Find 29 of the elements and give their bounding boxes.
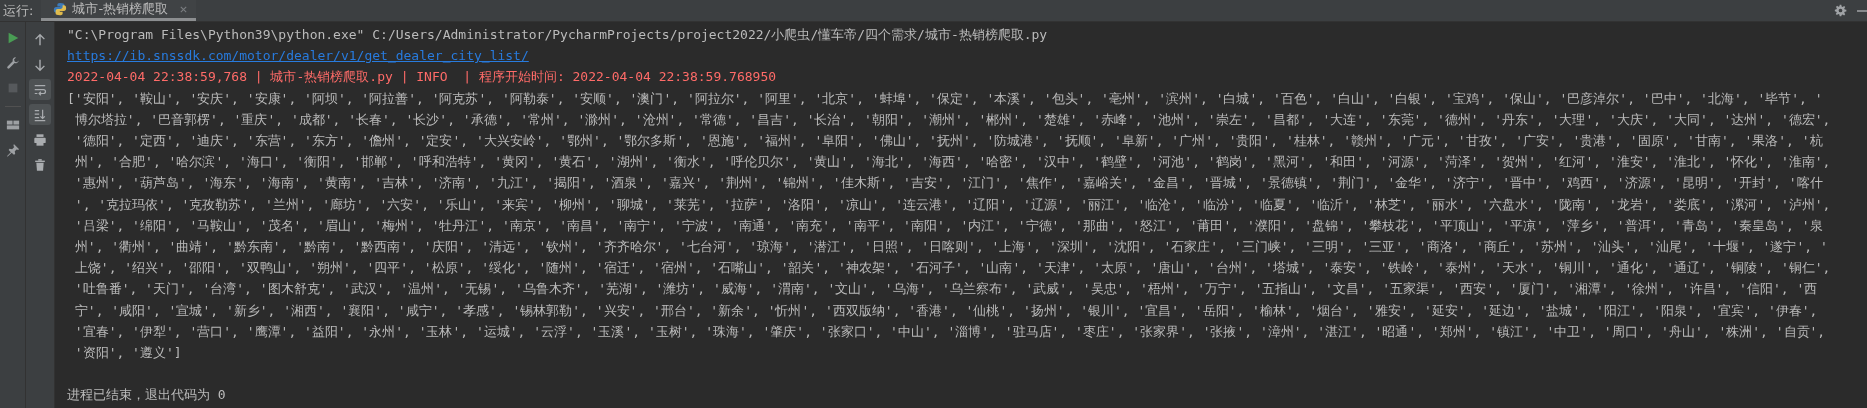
output-line: 上饶', '绍兴', '邵阳', '双鸭山', '朔州', '四平', '松原', '绥化', '随州', '宿迁', '宿州', '石嘴山', '韶关', '神农架', '石河子', '山南', '天津', '太原', '唐山', '台州', '塔城', '泰安', '铁岭', '泰州', '天水', '铜川', '通化', '通辽', '铜陵', '铜仁', [73, 259, 1831, 278]
settings-icon[interactable] [1834, 4, 1847, 17]
output-line: '德阳', '定西', '迪庆', '东营', '东方', '儋州', '定安', '大兴安岭', '鄂州', '鄂尔多斯', '恩施', '福州', '阜阳', '佛山', '抚州', '防城港', '抚顺', '阜新', '广州', '贵阳', '桂林', '赣州', '广元', '甘孜', '广安', '贵港', '固原', '甘南', '果洛', '杭 [73, 132, 1823, 150]
output-line: 宁', '咸阳', '宣城', '新乡', '湘西', '襄阳', '咸宁', '孝感', '锡林郭勒', '兴安', '邢台', '新余', '忻州', '西双版纳', '香港', '仙桃', '扬州', '银川', '宜昌', '岳阳', '榆林', '烟台', '雅安', '延安', '延边', '盐城', '阳江', '阳泉', '宜宾', '伊春', [73, 301, 1818, 320]
output-line: '惠州', '葫芦岛', '海东', '海南', '黄南', '吉林', '济南', '九江', '揭阳', '酒泉', '嘉兴', '荆州', '锦州', '佳木斯', '吉安', '江门', '焦作', '嘉峪关', '金昌', '晋城', '景德镇', '荆门', '金华', '济宁', '晋中', '鸡西', '济源', '昆明', '开封', '喀什 [73, 174, 1823, 193]
layout-icon[interactable] [5, 118, 20, 132]
output-line: 博尔塔拉', '巴音郭楞', '重庆', '成都', '长春', '长沙', '承德', '常州', '滁州', '沧州', '常德', '昌吉', '长治', '朝阳', '潮州', '郴州', '楚雄', '赤峰', '池州', '崇左', '昌都', '大连', '东莞', '德州', '丹东', '大理', '大庆', '大同', '达州', '德宏', [73, 110, 1831, 129]
soft-wrap-button[interactable] [29, 79, 51, 100]
exit-message: 进程已结束，退出代码为 0 [67, 386, 226, 405]
pin-icon[interactable] [5, 143, 20, 157]
scroll-to-end-button[interactable] [29, 104, 51, 125]
output-line: 州', '衢州', '曲靖', '黔东南', '黔南', '黔西南', '庆阳', '清远', '钦州', '齐齐哈尔', '七台河', '琼海', '潜江', '日照', '日喀则', '上海', '深圳', '沈阳', '石家庄', '三门峡', '三明', '三亚', '商洛', '商丘', '苏州', '汕头', '汕尾', '十堰', '遂宁', ' [73, 238, 1828, 257]
output-line: ', '克拉玛依', '克孜勒苏', '兰州', '廊坊', '六安', '乐山', '来宾', '柳州', '聊城', '莱芜', '拉萨', '洛阳', '凉山', '连云港', '辽阳', '辽源', '丽江', '临沧', '临汾', '临夏', '临沂', '林芝', '丽水', '六盘水', '陇南', '龙岩', '娄底', '漯河', '泸州', [73, 195, 1831, 214]
output-line: 州', '合肥', '哈尔滨', '海口', '衡阳', '邯郸', '呼和浩特', '黄冈', '黄石', '湖州', '衡水', '呼伦贝尔', '黄山', '海北', '海西', '哈密', '汉中', '鹤壁', '河池', '鹤岗', '黑河', '和田', '河源', '菏泽', '贺州', '红河', '淮安', '淮北', '怀化', '淮南', [73, 153, 1831, 172]
output-line: '资阳', '遵义'] [73, 344, 182, 363]
wrap-lines-icon [33, 82, 47, 97]
python-icon [53, 2, 68, 16]
output-line: '吕梁', '绵阳', '马鞍山', '茂名', '眉山', '梅州', '牡丹江', '南京', '南昌', '南宁', '宁波', '南通', '南充', '南平', '南阳', '内江', '宁德', '那曲', '怒江', '莆田', '濮阳', '盘锦', '攀枝花', '平顶山', '平凉', '萍乡', '普洱', '青岛', '秦皇岛', '泉 [73, 216, 1823, 235]
run-tab[interactable]: 城市-热销榜爬取 [41, 0, 197, 21]
output-line: '吐鲁番', '天门', '台湾', '图木舒克', '武汉', '温州', '无锡', '乌鲁木齐', '芜湖', '潍坊', '威海', '渭南', '文山', '乌海', '乌兰察布', '武威', '吴忠', '梧州', '万宁', '五指山', '文昌', '五家渠', '西安', '厦门', '湘潭', '徐州', '许昌', '信阳', '西 [73, 280, 1818, 299]
close-icon[interactable] [179, 4, 189, 14]
url-link[interactable]: https://ib.snssdk.com/motor/dealer/v1/get_dealer_city_list/ [67, 45, 529, 67]
log-line: 2022-04-04 22:38:59,768 | 城市-热销榜爬取.py | INFO | 程序开始时间: 2022-04-04 22:38:59.768950 [67, 68, 777, 87]
arrow-to-bottom-icon [33, 107, 47, 122]
output-line: '宜春', '伊犁', '营口', '鹰潭', '益阳', '永州', '玉林', '运城', '云浮', '玉溪', '玉树', '珠海', '肇庆', '张家口', '中山', '淄博', '驻马店', '枣庄', '张家界', '张掖', '漳州', '湛江', '昭通', '郑州', '镇江', '中卫', '周口', '舟山', '株洲', '自贡', [73, 322, 1826, 341]
command-line: "C:\Program Files\Python39\python.exe" C:/Users/Administrator/PycharmProjects/project2022/小爬虫/懂车帝/四个需求/城市-热销榜爬取.py [67, 26, 1048, 44]
output-line: ['安阳', '鞍山', '安庆', '安康', '阿坝', '阿拉善', '阿克苏', '阿勒泰', '安顺', '澳门', '阿拉尔', '阿里', '北京', '蚌埠', '保定', '本溪', '包头', '亳州', '滨州', '白城', '百色', '白山', '白银', '宝鸡', '保山', '巴彦淖尔', '巴中', '北海', '毕节', ' [67, 89, 1823, 108]
wrench-icon[interactable] [5, 56, 20, 70]
run-label: 运行: [2, 1, 35, 20]
